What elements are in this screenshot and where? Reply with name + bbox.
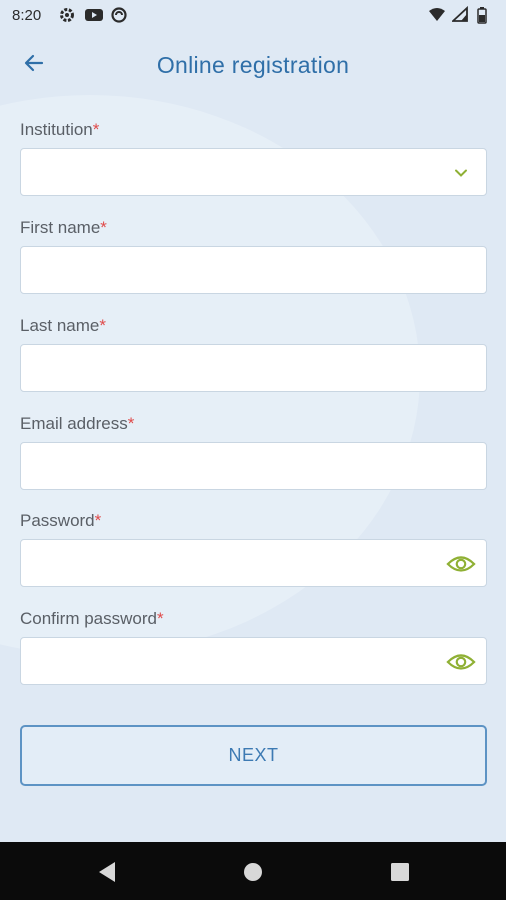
institution-label-text: Institution (20, 120, 93, 139)
first-name-field[interactable] (20, 246, 487, 294)
institution-label: Institution* (20, 120, 99, 140)
status-bar: 8:20 (0, 0, 506, 32)
first-name-input[interactable] (21, 247, 486, 293)
confirm-password-input[interactable] (21, 638, 486, 684)
institution-select[interactable] (20, 148, 487, 196)
last-name-field[interactable] (20, 344, 487, 392)
email-field[interactable] (20, 442, 487, 490)
home-circle-icon[interactable] (241, 860, 265, 884)
email-label: Email address* (20, 414, 134, 434)
password-field[interactable] (20, 539, 487, 587)
recents-square-icon[interactable] (388, 860, 412, 884)
password-input[interactable] (21, 540, 486, 586)
password-label-text: Password (20, 511, 95, 530)
last-name-label: Last name* (20, 316, 106, 336)
chevron-down-icon[interactable] (446, 158, 476, 188)
required-mark: * (127, 414, 135, 433)
next-button[interactable]: NEXT (20, 725, 487, 786)
youtube-icon (84, 6, 103, 24)
app-bar: Online registration (0, 32, 506, 98)
required-mark: * (100, 218, 107, 237)
status-time: 8:20 (12, 7, 42, 24)
navigation-bar (0, 842, 506, 900)
required-mark: * (99, 316, 107, 335)
first-name-label-text: First name (20, 218, 101, 237)
status-icons-left (58, 6, 128, 24)
confirm-password-field[interactable] (20, 637, 487, 685)
eye-icon[interactable] (446, 647, 476, 677)
status-icons-right (428, 5, 494, 24)
back-triangle-icon[interactable] (95, 860, 119, 884)
required-mark: * (92, 120, 100, 139)
required-mark: * (94, 511, 102, 530)
first-name-label: First name* (20, 218, 107, 238)
signal-icon (450, 5, 470, 24)
email-input[interactable] (21, 443, 486, 489)
next-button-label: NEXT (228, 745, 279, 765)
last-name-input[interactable] (21, 345, 486, 391)
wifi-icon (428, 6, 446, 24)
battery-icon (476, 6, 494, 24)
confirm-password-label: Confirm password* (20, 609, 164, 629)
page-title: Online registration (156, 52, 350, 78)
eye-icon[interactable] (446, 549, 476, 579)
screen: 8:20 Online registration Institution* Fi… (0, 0, 506, 900)
password-label: Password* (20, 511, 101, 531)
required-mark: * (157, 609, 164, 628)
last-name-label-text: Last name (20, 316, 100, 335)
confirm-password-label-text: Confirm password (20, 609, 157, 628)
gear-icon (58, 6, 76, 24)
sync-icon (110, 6, 128, 24)
email-label-text: Email address (20, 414, 128, 433)
